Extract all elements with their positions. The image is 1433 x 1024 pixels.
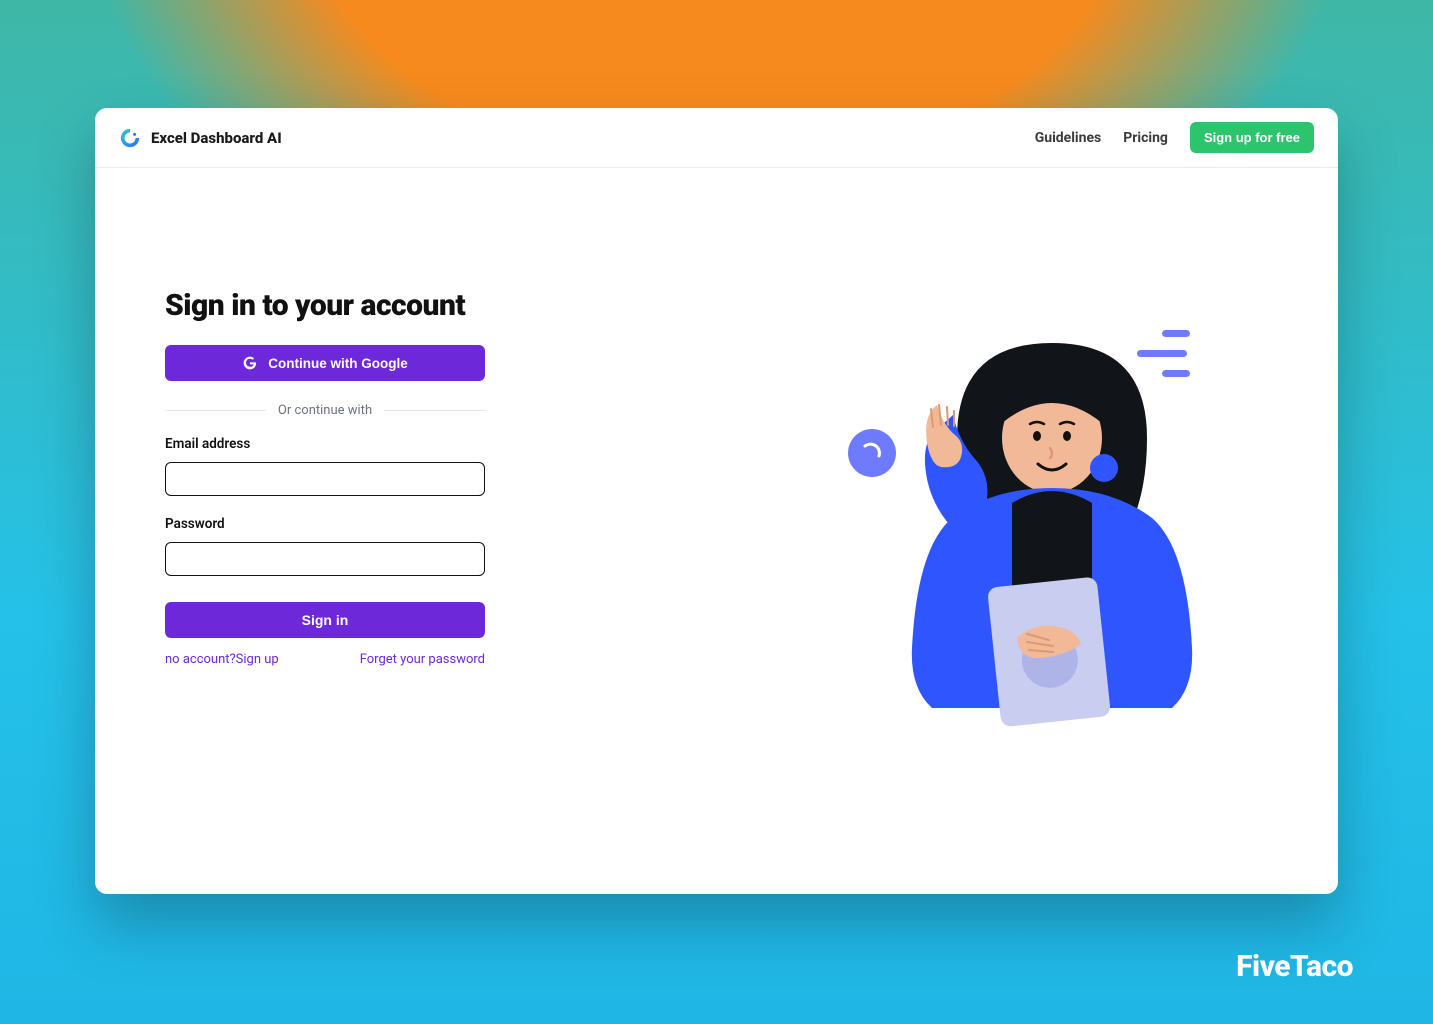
forgot-password-link[interactable]: Forget your password <box>360 652 485 667</box>
signup-button[interactable]: Sign up for free <box>1190 122 1314 153</box>
brand-logo-icon <box>119 127 141 149</box>
person-illustration <box>832 318 1252 738</box>
google-button-label: Continue with Google <box>268 356 407 371</box>
google-icon <box>242 355 258 371</box>
top-nav-links: Guidelines Pricing Sign up for free <box>1035 122 1314 153</box>
main-content: Sign in to your account Continue with Go… <box>95 168 1338 894</box>
signin-form: Sign in to your account Continue with Go… <box>165 288 485 667</box>
signin-panel: Sign in to your account Continue with Go… <box>95 168 692 894</box>
divider: Or continue with <box>165 403 485 418</box>
page-title: Sign in to your account <box>165 288 485 323</box>
nav-pricing[interactable]: Pricing <box>1123 130 1168 146</box>
email-field[interactable] <box>165 462 485 496</box>
brand-name: Excel Dashboard AI <box>151 129 282 147</box>
signin-button[interactable]: Sign in <box>165 602 485 638</box>
brand[interactable]: Excel Dashboard AI <box>119 127 282 149</box>
auth-links-row: no account?Sign up Forget your password <box>165 652 485 667</box>
continue-with-google-button[interactable]: Continue with Google <box>165 345 485 381</box>
password-field[interactable] <box>165 542 485 576</box>
signup-link-label: Sign up <box>236 652 279 667</box>
signup-link-prefix: no account? <box>165 652 236 667</box>
illustration-panel <box>692 168 1338 894</box>
signup-link[interactable]: no account?Sign up <box>165 652 279 667</box>
password-label: Password <box>165 516 485 532</box>
email-label: Email address <box>165 436 485 452</box>
divider-text: Or continue with <box>278 403 372 418</box>
nav-guidelines[interactable]: Guidelines <box>1035 130 1102 146</box>
watermark: FiveTaco <box>1236 949 1353 984</box>
top-navbar: Excel Dashboard AI Guidelines Pricing Si… <box>95 108 1338 168</box>
app-window: Excel Dashboard AI Guidelines Pricing Si… <box>95 108 1338 894</box>
